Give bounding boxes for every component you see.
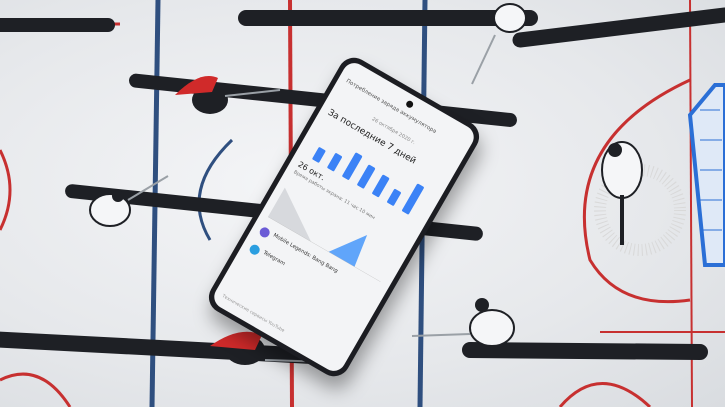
- photo-scene: Потребление заряда аккумулятора 26 октяб…: [0, 0, 725, 407]
- face-off-circle-left: [0, 149, 12, 231]
- crease-arc: [582, 78, 691, 304]
- player-white-bottom: [411, 298, 515, 347]
- chart-bar: [327, 153, 342, 172]
- bottom-arc-right: [558, 382, 652, 407]
- center-arc: [197, 138, 234, 241]
- game-icon: [257, 225, 272, 240]
- front-camera: [404, 99, 415, 109]
- chart-bar: [402, 183, 424, 215]
- rod-slot-1: [0, 18, 115, 32]
- bottom-arc-left: [0, 372, 72, 407]
- rod-slot-7: [462, 342, 708, 360]
- rod-slot-3: [512, 7, 725, 48]
- telegram-icon: [247, 242, 262, 257]
- chart-bar: [312, 147, 326, 163]
- chart-bar: [357, 164, 376, 189]
- chart-bar: [387, 188, 401, 206]
- goal-net: [687, 83, 725, 267]
- chart-bar: [372, 174, 390, 198]
- chart-bar: [342, 152, 363, 180]
